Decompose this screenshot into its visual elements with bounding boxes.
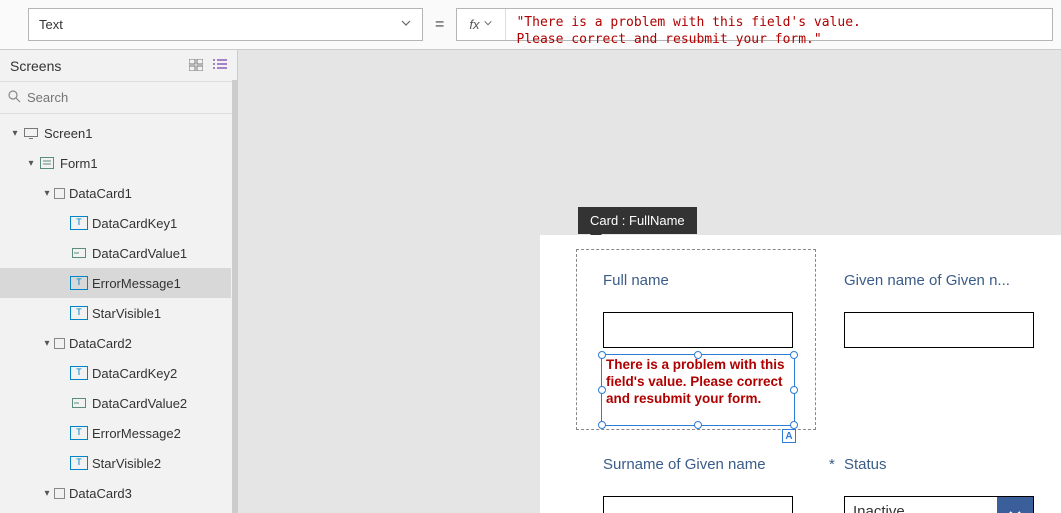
tree-list: ▾ Screen1 ▾ Form1 ▾ DataCard1 T DataCardKey1 Dat… [0, 114, 237, 513]
form-icon [38, 156, 56, 170]
resize-handle[interactable] [598, 351, 606, 359]
tree-item-label: DataCardValue1 [92, 246, 187, 261]
screen-icon [22, 126, 40, 140]
tree-item-label: Screen1 [44, 126, 92, 141]
card-icon [54, 488, 65, 499]
tree-header: Screens [0, 50, 237, 82]
tree-item-errormessage1[interactable]: T ErrorMessage1 [0, 268, 231, 298]
tree-item-datacard3[interactable]: ▾ DataCard3 [0, 478, 231, 508]
tree-item-starvisible1[interactable]: T StarVisible1 [0, 298, 231, 328]
field-label-surname: Surname of Given name [603, 456, 803, 473]
resize-handle[interactable] [598, 386, 606, 394]
resize-handle[interactable] [598, 421, 606, 429]
tree-item-datacardkey2[interactable]: T DataCardKey2 [0, 358, 231, 388]
tree-item-label: DataCardKey2 [92, 366, 177, 381]
tree-item-label: StarVisible1 [92, 306, 161, 321]
resize-handle[interactable] [790, 421, 798, 429]
selected-control-errormessage[interactable]: There is a problem with this field's val… [601, 354, 795, 426]
txt-icon: T [70, 276, 88, 290]
tree-caret-icon[interactable]: ▾ [40, 338, 54, 349]
tree-item-label: DataCardKey1 [92, 216, 177, 231]
tree-item-datacard2[interactable]: ▾ DataCard2 [0, 328, 231, 358]
input-surname[interactable] [603, 496, 793, 513]
tree-item-label: StarVisible2 [92, 456, 161, 471]
input-fullname[interactable] [603, 312, 793, 348]
tree-item-label: DataCard3 [69, 486, 132, 501]
tree-item-datacardkey1[interactable]: T DataCardKey1 [0, 208, 231, 238]
tree-item-form1[interactable]: ▾ Form1 [0, 148, 231, 178]
formula-box: fx "There is a problem with this field's… [456, 8, 1053, 41]
tree-caret-icon[interactable]: ▾ [8, 128, 22, 139]
formula-input[interactable]: "There is a problem with this field's va… [506, 9, 1052, 40]
input-givenname[interactable] [844, 312, 1034, 348]
tree-item-datacardvalue2[interactable]: DataCardValue2 [0, 388, 231, 418]
tree-item-label: ErrorMessage1 [92, 276, 181, 291]
panel-resize-handle[interactable] [232, 80, 237, 513]
error-text: There is a problem with this field's val… [602, 355, 794, 410]
tree-caret-icon[interactable]: ▾ [24, 158, 38, 169]
txt-icon: T [70, 306, 88, 320]
tree-caret-icon[interactable]: ▾ [40, 488, 54, 499]
tree-item-errormessage2[interactable]: T ErrorMessage2 [0, 418, 231, 448]
search-icon [8, 90, 21, 106]
formula-bar: Text = fx "There is a problem with this … [0, 0, 1061, 50]
field-label-givenname: Given name of Given n... [844, 272, 1044, 289]
txt-icon: T [70, 366, 88, 380]
select-status[interactable]: Inactive [844, 496, 1034, 513]
chevron-down-icon [997, 497, 1033, 513]
tree-panel: Screens ▾ Screen1 ▾ Form1 ▾ DataCard1 T DataCar… [0, 50, 238, 513]
tree-item-screen1[interactable]: ▾ Screen1 [0, 118, 231, 148]
val-icon [70, 396, 88, 410]
resize-handle[interactable] [694, 351, 702, 359]
tree-item-label: Form1 [60, 156, 98, 171]
txt-icon: T [70, 216, 88, 230]
search-input[interactable] [27, 90, 229, 105]
field-label-fullname: Full name [603, 272, 793, 289]
tree-caret-icon[interactable]: ▾ [40, 188, 54, 199]
tree-item-label: DataCard1 [69, 186, 132, 201]
txt-icon: T [70, 426, 88, 440]
resize-handle[interactable] [790, 386, 798, 394]
tree-title: Screens [10, 58, 61, 74]
resize-handle[interactable] [790, 351, 798, 359]
tree-item-datacard1[interactable]: ▾ DataCard1 [0, 178, 231, 208]
resize-handle[interactable] [694, 421, 702, 429]
tree-item-label: ErrorMessage2 [92, 426, 181, 441]
tree-item-label: DataCardValue2 [92, 396, 187, 411]
chevron-down-icon [483, 18, 493, 31]
tree-search [0, 82, 237, 114]
card-icon [54, 188, 65, 199]
tree-view-icon[interactable] [213, 58, 227, 74]
txt-icon: T [70, 456, 88, 470]
fx-label: fx [469, 17, 479, 32]
equals-label: = [423, 0, 456, 49]
required-star: * [829, 456, 835, 473]
chevron-down-icon [400, 17, 412, 32]
accessibility-badge[interactable]: A [782, 429, 796, 443]
property-selector[interactable]: Text [28, 8, 423, 41]
card-icon [54, 338, 65, 349]
property-name: Text [39, 17, 63, 32]
tree-item-starvisible2[interactable]: T StarVisible2 [0, 448, 231, 478]
selection-badge: Card : FullName [578, 207, 697, 234]
tree-item-datacardvalue1[interactable]: DataCardValue1 [0, 238, 231, 268]
thumbnail-view-icon[interactable] [189, 58, 203, 74]
canvas[interactable]: Card : FullName Full name Given name of … [238, 50, 1061, 513]
status-value: Inactive [845, 497, 997, 513]
tree-item-label: DataCard2 [69, 336, 132, 351]
fx-button[interactable]: fx [457, 9, 506, 40]
field-label-status: Status [844, 456, 1034, 473]
val-icon [70, 246, 88, 260]
